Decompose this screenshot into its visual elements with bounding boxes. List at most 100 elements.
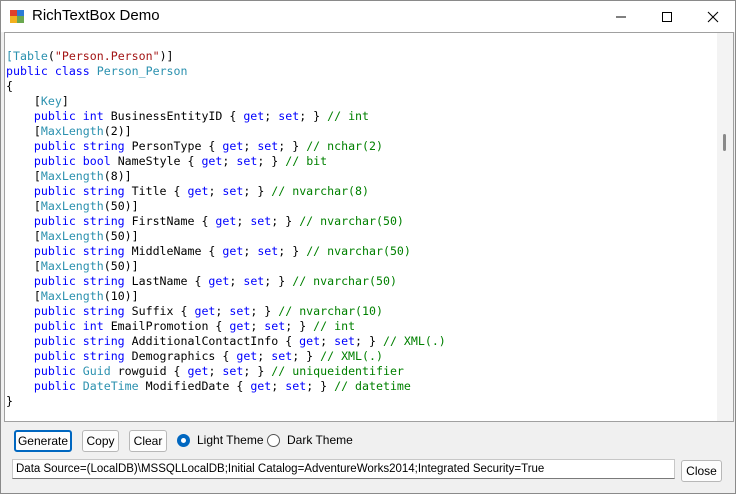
code-token: (8)] — [103, 169, 132, 183]
code-line: public string LastName { get; set; } // … — [6, 274, 446, 289]
code-token: NameStyle { — [117, 154, 202, 168]
code-token: (50)] — [103, 259, 139, 273]
code-line: public string AdditionalContactInfo { ge… — [6, 334, 446, 349]
code-token: MaxLength — [40, 169, 104, 183]
code-token: ; } — [299, 109, 328, 123]
clear-button[interactable]: Clear — [129, 430, 167, 452]
code-token: set — [236, 154, 258, 168]
code-token: (50)] — [103, 199, 139, 213]
code-token: ; — [229, 274, 244, 288]
code-token: ; } — [278, 139, 307, 153]
code-token: get — [236, 349, 258, 363]
code-line: public string Title { get; set; } // nva… — [6, 184, 446, 199]
code-token: get — [187, 364, 209, 378]
code-token: set — [334, 334, 356, 348]
code-token: { — [6, 79, 13, 93]
code-token: set — [271, 349, 293, 363]
code-token: ; — [243, 244, 258, 258]
title-bar[interactable]: RichTextBox Demo — [1, 1, 735, 32]
code-line: [Key] — [6, 94, 446, 109]
code-line: [MaxLength(50)] — [6, 199, 446, 214]
code-token: get — [229, 319, 251, 333]
scrollbar-thumb[interactable] — [723, 134, 726, 151]
light-theme-radio[interactable]: Light Theme — [177, 433, 264, 447]
code-token: BusinessEntityID { — [110, 109, 244, 123]
code-token: get — [299, 334, 321, 348]
code-token: [ — [6, 124, 41, 138]
light-theme-radio-dot[interactable] — [177, 433, 190, 447]
code-token: // uniqueidentifier — [271, 364, 404, 378]
dark-theme-radio-dot[interactable] — [267, 433, 280, 447]
code-token: [ — [6, 49, 13, 63]
code-token: LastName { — [131, 274, 209, 288]
code-token: Title { — [131, 184, 188, 198]
code-token: (50)] — [103, 229, 139, 243]
code-token: ( — [47, 49, 55, 63]
code-token: public — [6, 364, 83, 378]
code-token: [ — [6, 289, 41, 303]
rich-text-box[interactable]: [Table("Person.Person")] public class Per… — [4, 32, 734, 422]
code-line: public bool NameStyle { get; set; } // b… — [6, 154, 446, 169]
vertical-scrollbar[interactable] — [717, 33, 733, 421]
code-token: )] — [159, 49, 174, 63]
code-token: get — [250, 379, 272, 393]
code-token: ; — [236, 214, 251, 228]
code-token: FirstName { — [131, 214, 216, 228]
code-token: public string — [6, 244, 132, 258]
code-line: public string FirstName { get; set; } //… — [6, 214, 446, 229]
code-token: [ — [6, 94, 41, 108]
code-token: ; } — [271, 214, 300, 228]
window-title: RichTextBox Demo — [32, 7, 160, 24]
code-token: public int — [6, 319, 111, 333]
code-token: ; — [271, 379, 286, 393]
code-token: public bool — [6, 154, 118, 168]
code-token: // nvarchar(50) — [299, 214, 404, 228]
minimize-button[interactable] — [598, 1, 644, 32]
maximize-icon — [662, 11, 672, 22]
connection-string-input[interactable]: Data Source=(LocalDB)\MSSQLLocalDB;Initi… — [12, 459, 675, 479]
code-line: public string MiddleName { get; set; } /… — [6, 244, 446, 259]
code-token: set — [229, 304, 251, 318]
code-token: get — [187, 184, 209, 198]
code-line: [Table("Person.Person")] — [6, 49, 446, 64]
close-window-button[interactable] — [690, 1, 736, 32]
code-line: public Guid rowguid { get; set; } // uni… — [6, 364, 446, 379]
code-token: ; — [208, 364, 223, 378]
copy-button[interactable]: Copy — [82, 430, 119, 452]
maximize-button[interactable] — [644, 1, 690, 32]
close-button[interactable]: Close — [681, 460, 722, 482]
code-line: public DateTime ModifiedDate { get; set;… — [6, 379, 446, 394]
code-token: MiddleName { — [131, 244, 223, 258]
code-token: ; } — [250, 304, 279, 318]
code-token: set — [222, 364, 244, 378]
code-token: ModifiedDate { — [145, 379, 251, 393]
code-token: ; — [250, 319, 265, 333]
code-token: MaxLength — [40, 289, 104, 303]
code-token: MaxLength — [40, 259, 104, 273]
code-token: MaxLength — [40, 229, 104, 243]
code-token: (2)] — [103, 124, 132, 138]
code-token: set — [257, 139, 279, 153]
code-token: EmailPromotion { — [110, 319, 230, 333]
app-window: RichTextBox Demo [Table("Person.Person")… — [0, 0, 736, 494]
code-token: ; } — [292, 349, 321, 363]
app-icon — [10, 10, 24, 23]
code-token: ; — [215, 304, 230, 318]
code-token: ; } — [243, 184, 272, 198]
generate-button[interactable]: Generate — [14, 430, 72, 452]
code-token: set — [285, 379, 307, 393]
code-token: // int — [313, 319, 356, 333]
code-token: ] — [61, 94, 69, 108]
code-token: // datetime — [334, 379, 411, 393]
code-token: // nchar(2) — [306, 139, 383, 153]
code-token: ; — [243, 139, 258, 153]
code-line: public int BusinessEntityID { get; set; … — [6, 109, 446, 124]
code-token: public string — [6, 214, 132, 228]
code-token: // nvarchar(50) — [292, 274, 397, 288]
code-token: DateTime — [82, 379, 146, 393]
dark-theme-radio[interactable]: Dark Theme — [267, 433, 353, 447]
code-token: // XML(.) — [382, 334, 446, 348]
code-token: ; — [222, 154, 237, 168]
code-line: { — [6, 79, 446, 94]
code-token: set — [257, 244, 279, 258]
